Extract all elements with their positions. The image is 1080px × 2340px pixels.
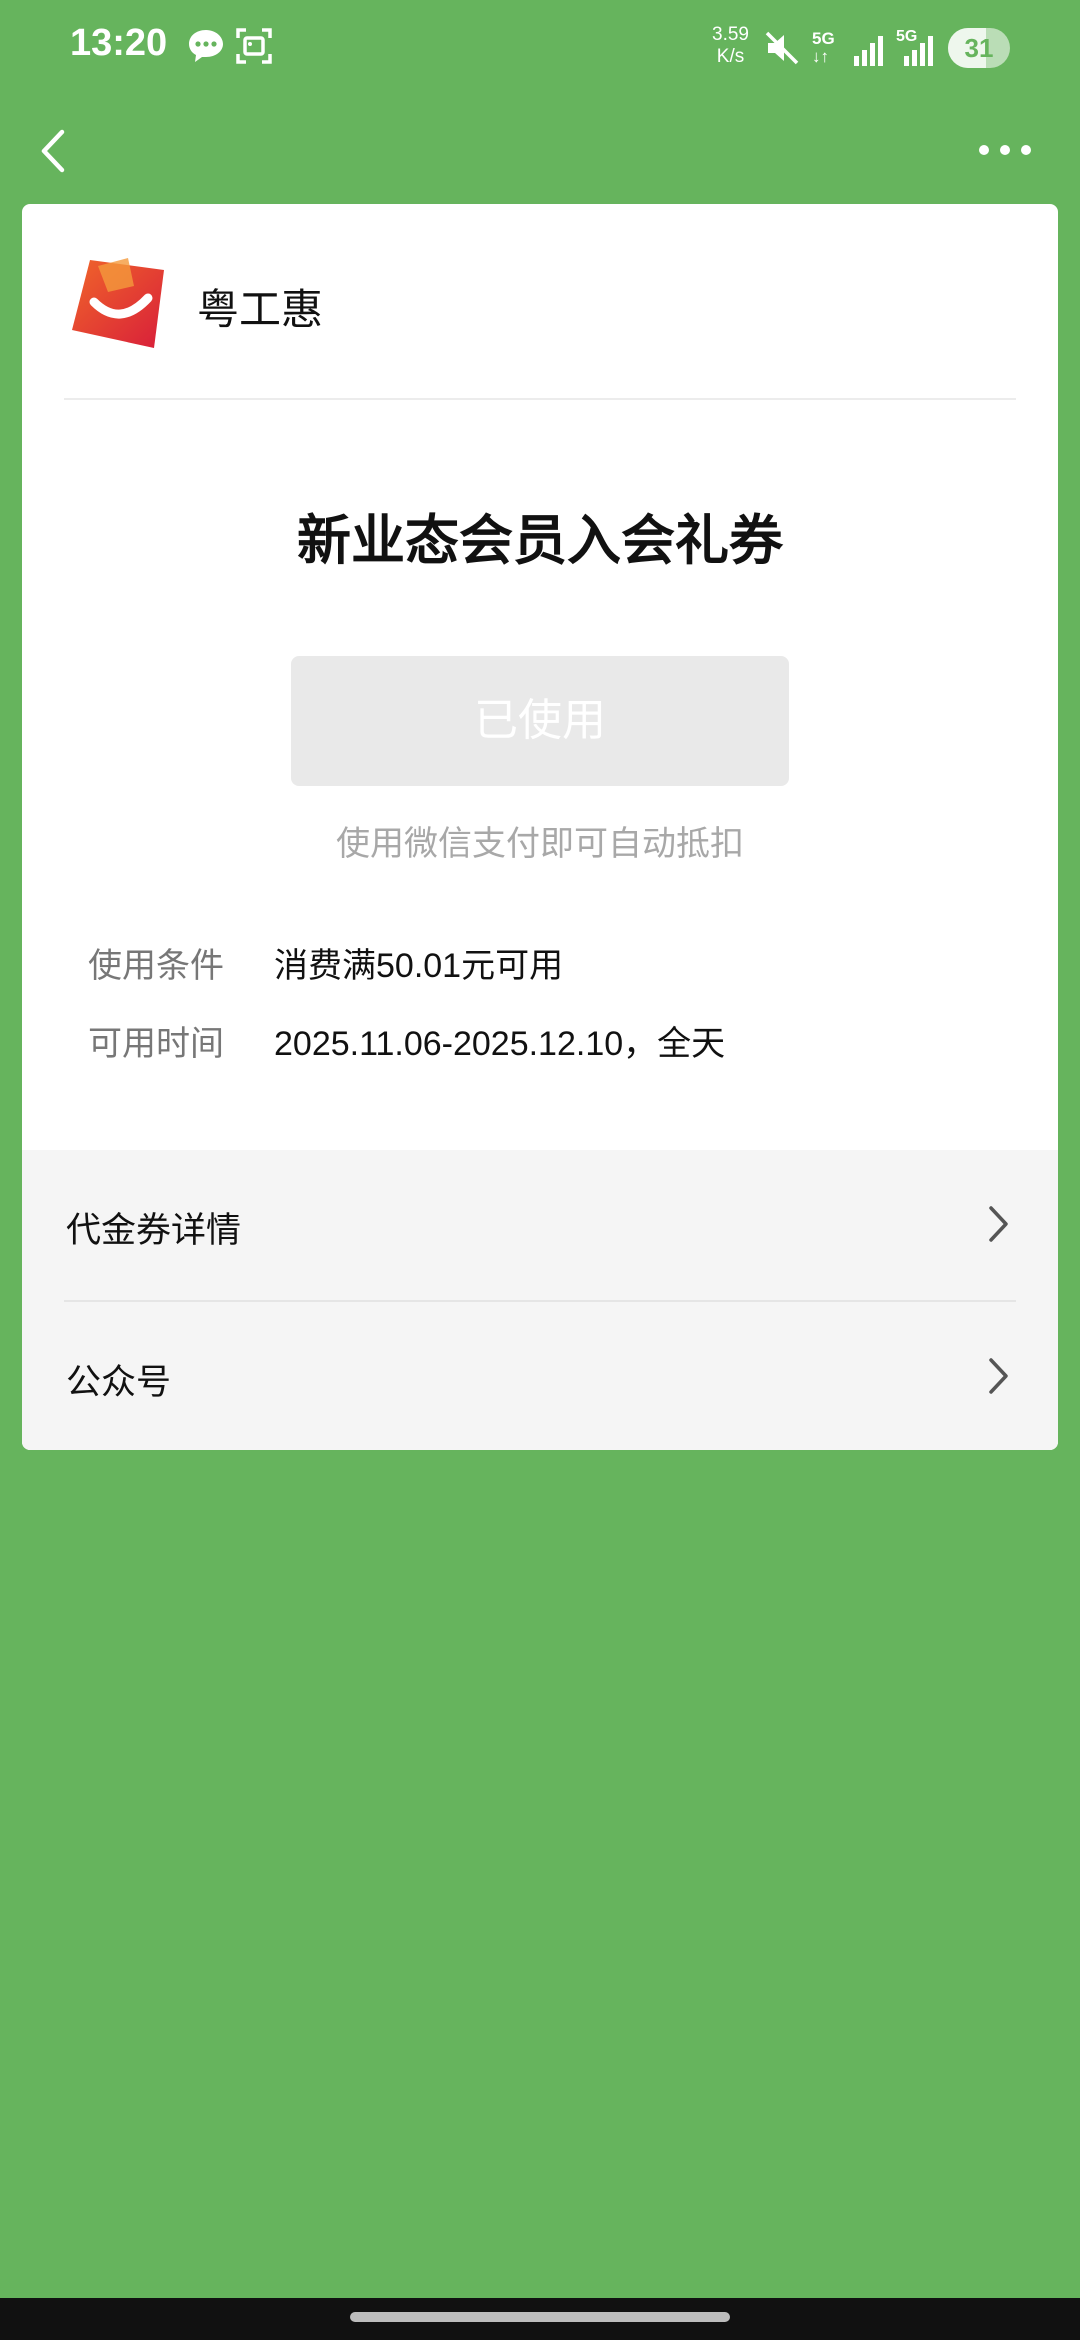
status-bar: 13:20 3.59 K/s 5G ↓↑ 5G 31: [0, 0, 1080, 100]
battery-level: 31: [964, 33, 994, 63]
signal-icon-2: [902, 34, 938, 70]
time-value: 2025.11.06-2025.12.10，全天: [274, 1025, 726, 1063]
header-divider: [64, 398, 1016, 400]
message-icon: [186, 26, 226, 70]
coupon-menu: 代金券详情 公众号: [22, 1150, 1058, 1450]
system-nav-bar: [0, 2298, 1080, 2340]
net-speed-value: 3.59: [712, 24, 749, 45]
chevron-right-icon: [988, 1204, 1010, 1244]
chevron-right-icon: [988, 1356, 1010, 1396]
menu-item-label: 公众号: [66, 1363, 172, 1402]
network-label-1: 5G: [812, 29, 835, 48]
condition-label: 使用条件: [88, 947, 224, 985]
network-5g-1: 5G ↓↑: [812, 30, 835, 66]
mute-icon: [764, 30, 800, 70]
menu-item-coupon-details[interactable]: 代金券详情: [22, 1150, 1058, 1302]
more-dots-icon[interactable]: [970, 120, 1040, 180]
back-arrow-icon[interactable]: [30, 114, 90, 184]
coupon-card: 粤工惠 新业态会员入会礼券 已使用 使用微信支付即可自动抵扣 使用条件 消费满5…: [22, 204, 1058, 1450]
net-speed-unit: K/s: [716, 46, 745, 67]
scan-icon: [234, 26, 274, 70]
time-label: 可用时间: [88, 1025, 224, 1063]
merchant-logo: [68, 256, 172, 352]
pay-hint: 使用微信支付即可自动抵扣: [336, 825, 744, 863]
condition-value: 消费满50.01元可用: [274, 947, 564, 985]
net-speed: 3.59 K/s: [712, 24, 749, 68]
data-arrows-icon: ↓↑: [812, 47, 829, 66]
signal-icon: [852, 34, 888, 70]
home-indicator[interactable]: [350, 2312, 730, 2322]
merchant-name: 粤工惠: [197, 286, 324, 333]
status-time: 13:20: [70, 22, 168, 64]
coupon-title: 新业态会员入会礼券: [297, 511, 783, 571]
battery-icon: 31: [948, 28, 1010, 68]
menu-item-label: 代金券详情: [66, 1211, 242, 1250]
top-nav: [0, 100, 1080, 204]
used-status-button[interactable]: 已使用: [291, 656, 789, 786]
menu-item-official-account[interactable]: 公众号: [22, 1302, 1058, 1450]
merchant-header[interactable]: 粤工惠: [22, 204, 1058, 400]
